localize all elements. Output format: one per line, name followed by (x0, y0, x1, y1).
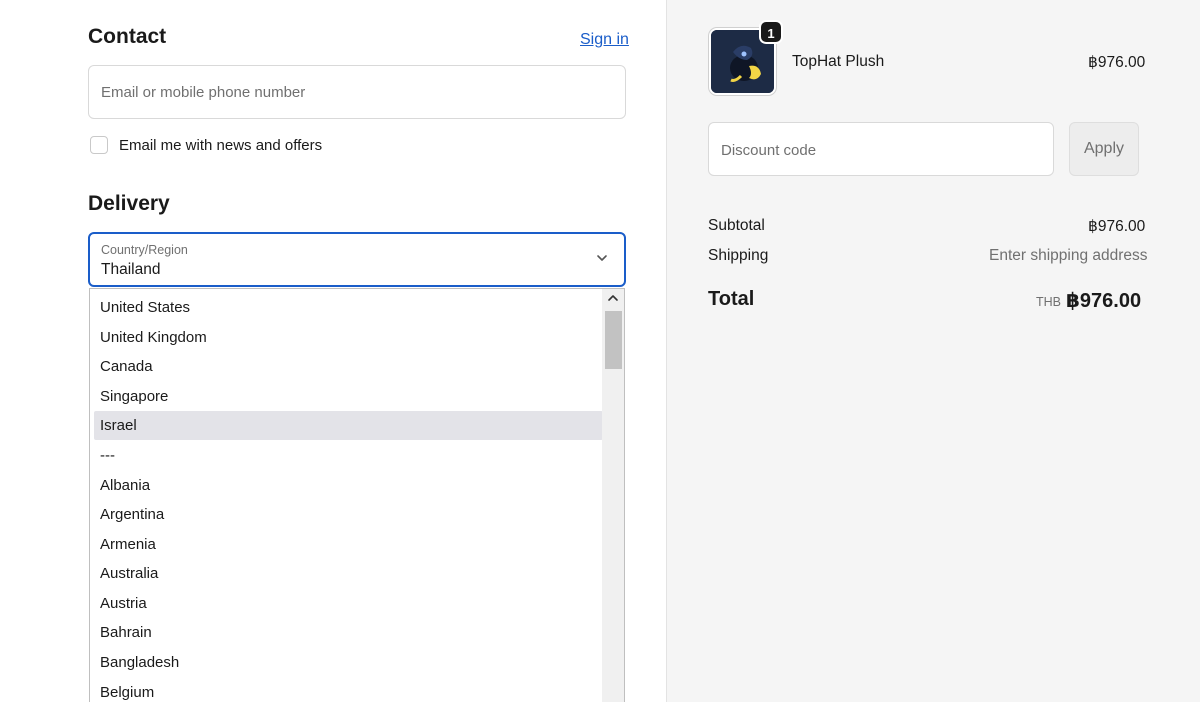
scroll-up-arrow-icon[interactable] (607, 293, 619, 303)
news-checkbox[interactable] (90, 136, 108, 154)
country-select-value: Thailand (101, 261, 161, 278)
country-option[interactable]: Canada (94, 352, 603, 381)
country-option[interactable]: Bangladesh (94, 648, 603, 677)
country-option[interactable]: United States (94, 293, 603, 322)
shipping-label: Shipping (708, 247, 769, 264)
chevron-down-icon (597, 255, 607, 261)
shipping-value: Enter shipping address (989, 247, 1148, 264)
country-option[interactable]: Bahrain (94, 618, 603, 647)
country-dropdown-list[interactable]: United States United Kingdom Canada Sing… (89, 288, 625, 702)
country-option-highlighted[interactable]: Israel (94, 411, 603, 440)
scrollbar-thumb[interactable] (605, 311, 622, 369)
total-currency: THB (1036, 295, 1061, 309)
country-option[interactable]: Belgium (94, 678, 603, 702)
country-option[interactable]: Armenia (94, 530, 603, 559)
country-option[interactable]: Argentina (94, 500, 603, 529)
quantity-badge: 1 (759, 20, 783, 44)
country-option[interactable]: Albania (94, 471, 603, 500)
subtotal-label: Subtotal (708, 217, 765, 234)
country-option-separator[interactable]: --- (94, 441, 603, 470)
delivery-heading: Delivery (88, 192, 170, 215)
total-value: ฿976.00 (1066, 290, 1142, 312)
dropdown-scrollbar[interactable] (602, 289, 624, 702)
country-option[interactable]: Singapore (94, 382, 603, 411)
product-name: TopHat Plush (792, 53, 885, 70)
discount-code-field[interactable]: Discount code (708, 122, 1054, 176)
total-label: Total (708, 288, 755, 310)
sign-in-link[interactable]: Sign in (580, 31, 629, 49)
email-field[interactable]: Email or mobile phone number (88, 65, 626, 119)
contact-heading: Contact (88, 25, 167, 48)
email-placeholder: Email or mobile phone number (101, 84, 306, 101)
product-price: ฿976.00 (1088, 54, 1146, 71)
country-option[interactable]: Austria (94, 589, 603, 618)
order-summary-panel (666, 0, 1200, 702)
discount-code-placeholder: Discount code (721, 142, 817, 159)
news-checkbox-label[interactable]: Email me with news and offers (119, 137, 322, 154)
country-option[interactable]: United Kingdom (94, 323, 603, 352)
apply-discount-button[interactable]: Apply (1069, 122, 1139, 176)
country-select[interactable]: Country/Region Thailand (88, 232, 626, 287)
country-option[interactable]: Australia (94, 559, 603, 588)
subtotal-value: ฿976.00 (1088, 218, 1146, 235)
country-select-label: Country/Region (101, 243, 188, 257)
